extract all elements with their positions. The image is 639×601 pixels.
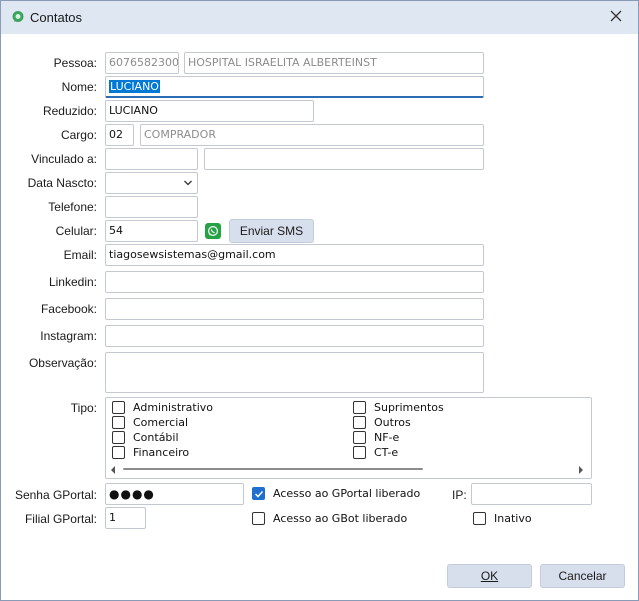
nome-value: LUCIANO: [109, 80, 160, 93]
facebook-label: Facebook:: [40, 302, 97, 316]
data-nascto-combo[interactable]: [105, 172, 198, 194]
instagram-field[interactable]: [105, 325, 484, 347]
cargo-name-field[interactable]: COMPRADOR: [140, 124, 484, 146]
senha-gportal-field[interactable]: ●●●●: [105, 483, 244, 505]
ip-field[interactable]: [471, 483, 592, 505]
inativo-label: Inativo: [494, 512, 532, 525]
tipo-option-label: Administrativo: [133, 401, 214, 414]
observacao-textarea[interactable]: [105, 352, 484, 393]
vinculado-label: Vinculado a:: [31, 152, 97, 166]
checkbox-checked[interactable]: [252, 487, 265, 500]
tipo-option-label: Contábil: [133, 431, 179, 444]
linkedin-label: Linkedin:: [48, 275, 97, 289]
tipo-option-label: NF-e: [374, 431, 400, 444]
chevron-down-icon[interactable]: [183, 178, 193, 188]
window-title: Contatos: [30, 10, 83, 25]
telefone-label: Telefone:: [48, 200, 97, 214]
acesso-gbot-checkbox[interactable]: Acesso ao GBot liberado: [252, 512, 407, 525]
tipo-label: Tipo:: [70, 401, 97, 415]
contatos-dialog: Contatos Pessoa: Nome: Reduzido: Cargo: …: [0, 0, 639, 601]
pessoa-name-field[interactable]: HOSPITAL ISRAELITA ALBERTEINST: [184, 52, 484, 74]
checkbox[interactable]: [112, 431, 125, 444]
ok-button[interactable]: OK: [447, 564, 532, 588]
acesso-gbot-label: Acesso ao GBot liberado: [273, 512, 408, 525]
cargo-code-field[interactable]: 02: [105, 124, 134, 146]
whatsapp-icon[interactable]: [205, 223, 221, 239]
cancelar-label: Cancelar: [558, 569, 607, 583]
checkbox[interactable]: [353, 401, 366, 414]
pessoa-label: Pessoa:: [53, 56, 97, 70]
tipo-option-cte[interactable]: CT-e: [353, 446, 398, 459]
tipo-option-nfe[interactable]: NF-e: [353, 431, 399, 444]
tipo-option-label: Outros: [374, 416, 411, 429]
email-field[interactable]: tiagosewsistemas@gmail.com: [105, 244, 484, 266]
acesso-gportal-label: Acesso ao GPortal liberado: [273, 487, 421, 500]
close-icon: [610, 10, 622, 25]
enviar-sms-button[interactable]: Enviar SMS: [229, 219, 314, 243]
acesso-gportal-checkbox[interactable]: Acesso ao GPortal liberado: [252, 487, 420, 500]
filial-gportal-label: Filial GPortal:: [24, 512, 97, 526]
instagram-label: Instagram:: [40, 329, 97, 343]
observacao-label: Observação:: [28, 356, 97, 370]
title-bar: Contatos: [1, 1, 638, 34]
telefone-field[interactable]: [105, 196, 198, 218]
senha-gportal-label: Senha GPortal:: [14, 488, 97, 502]
checkbox[interactable]: [353, 446, 366, 459]
facebook-field[interactable]: [105, 298, 484, 320]
tipo-option-administrativo[interactable]: Administrativo: [112, 401, 213, 414]
tipo-option-comercial[interactable]: Comercial: [112, 416, 188, 429]
tipo-option-financeiro[interactable]: Financeiro: [112, 446, 189, 459]
tipo-horizontal-scrollbar[interactable]: [109, 463, 587, 475]
checkbox[interactable]: [112, 401, 125, 414]
celular-field[interactable]: 54: [105, 220, 198, 242]
checkbox[interactable]: [112, 446, 125, 459]
tipo-option-label: CT-e: [374, 446, 399, 459]
ip-label: IP:: [452, 488, 467, 502]
tipo-option-label: Financeiro: [133, 446, 190, 459]
data-nascto-label: Data Nascto:: [27, 176, 97, 190]
checkbox[interactable]: [112, 416, 125, 429]
contacts-chat-icon: [11, 10, 25, 24]
filial-gportal-field[interactable]: 1: [105, 507, 146, 529]
scroll-thumb[interactable]: [123, 468, 423, 470]
cancelar-button[interactable]: Cancelar: [540, 564, 625, 588]
pessoa-code-field[interactable]: 60765823000: [105, 52, 179, 74]
ok-label: OK: [480, 569, 499, 583]
nome-label: Nome:: [61, 80, 97, 94]
senha-value: ●●●●: [109, 487, 155, 501]
vinculado-name-field[interactable]: [204, 148, 484, 170]
tipo-option-label: Suprimentos: [374, 401, 444, 414]
scroll-left-icon[interactable]: [109, 464, 117, 478]
tipo-option-label: Comercial: [133, 416, 189, 429]
checkbox[interactable]: [252, 512, 265, 525]
reduzido-field[interactable]: LUCIANO: [105, 100, 314, 122]
reduzido-label: Reduzido:: [42, 104, 97, 118]
tipo-option-outros[interactable]: Outros: [353, 416, 411, 429]
tipo-option-contabil[interactable]: Contábil: [112, 431, 179, 444]
vinculado-code-field[interactable]: [105, 148, 198, 170]
linkedin-field[interactable]: [105, 271, 484, 293]
close-button[interactable]: [598, 4, 634, 30]
celular-label: Celular:: [55, 224, 97, 238]
email-label: Email:: [63, 248, 97, 262]
inativo-checkbox[interactable]: Inativo: [473, 512, 532, 525]
checkbox[interactable]: [473, 512, 486, 525]
checkbox[interactable]: [353, 431, 366, 444]
tipo-option-suprimentos[interactable]: Suprimentos: [353, 401, 444, 414]
scroll-right-icon[interactable]: [577, 464, 585, 478]
cargo-label: Cargo:: [60, 128, 97, 142]
nome-field[interactable]: LUCIANO: [105, 76, 484, 98]
checkbox[interactable]: [353, 416, 366, 429]
